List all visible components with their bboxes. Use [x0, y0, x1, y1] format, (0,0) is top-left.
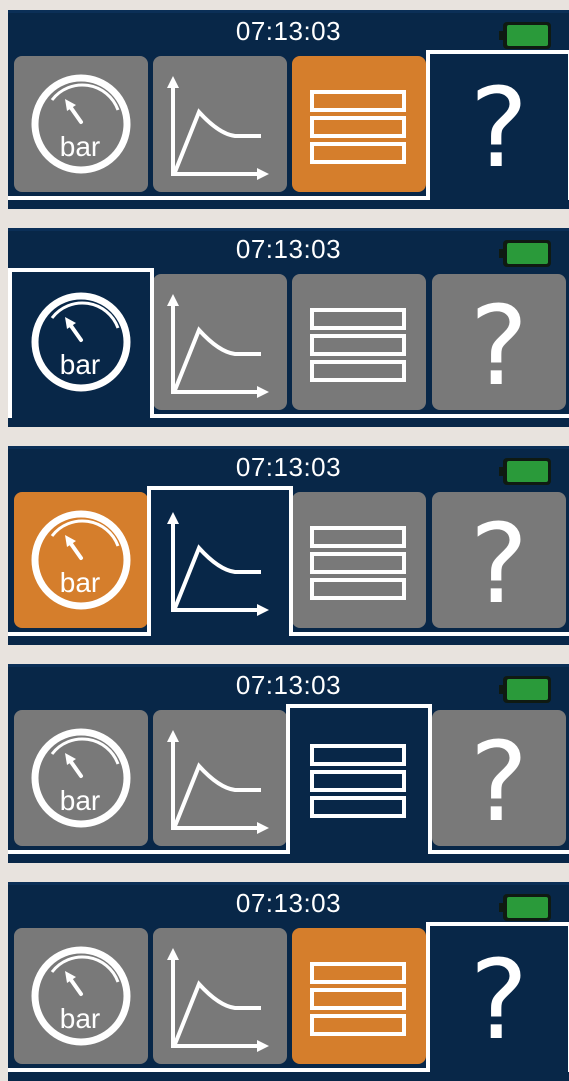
- battery-level: [507, 461, 548, 482]
- gauge-unit-label: bar: [60, 785, 100, 816]
- device-screen-3: 07:13:03 bar?: [8, 446, 569, 645]
- question-mark-icon: ?: [470, 936, 528, 1064]
- menu-list-tile[interactable]: [292, 274, 426, 410]
- menu-list-tile[interactable]: [292, 492, 426, 628]
- screen-top-edge: [8, 882, 569, 885]
- battery-level: [507, 243, 548, 264]
- question-mark-icon: ?: [470, 500, 528, 628]
- line-chart-icon: [167, 76, 269, 180]
- battery-level: [507, 25, 548, 46]
- gauge-unit-label: bar: [60, 349, 100, 380]
- device-screen-2: 07:13:03 bar?: [8, 228, 569, 427]
- battery-terminal: [499, 467, 503, 476]
- clock-time: 07:13:03: [235, 234, 342, 264]
- pressure-gauge-tile[interactable]: bar: [14, 492, 148, 628]
- pressure-gauge-icon: bar: [31, 946, 131, 1046]
- battery-icon: [499, 240, 551, 267]
- battery-icon: [499, 22, 551, 49]
- pressure-curve-tile[interactable]: [153, 928, 287, 1064]
- question-mark-icon: ?: [470, 718, 528, 846]
- line-chart-icon: [167, 294, 269, 398]
- battery-icon: [499, 676, 551, 703]
- menu-list-tile[interactable]: [292, 928, 426, 1064]
- battery-icon: [499, 458, 551, 485]
- device-screen-4: 07:13:03 bar?: [8, 664, 569, 863]
- device-screen-5: 07:13:03 bar?: [8, 882, 569, 1081]
- help-tile[interactable]: ?: [432, 274, 566, 410]
- battery-level: [507, 679, 548, 700]
- gauge-unit-label: bar: [60, 131, 100, 162]
- pressure-curve-tile[interactable]: [153, 56, 287, 192]
- screen-top-edge: [8, 10, 569, 13]
- question-mark-icon: ?: [470, 282, 528, 410]
- line-chart-icon: [167, 730, 269, 834]
- battery-terminal: [499, 685, 503, 694]
- gauge-unit-label: bar: [60, 567, 100, 598]
- list-menu-icon: [310, 526, 406, 600]
- pressure-gauge-tile[interactable]: bar: [14, 56, 148, 192]
- help-tile[interactable]: ?: [432, 710, 566, 846]
- pressure-curve-tile[interactable]: [153, 274, 287, 410]
- clock-time: 07:13:03: [235, 452, 342, 482]
- pressure-curve-tile[interactable]: [153, 710, 287, 846]
- battery-terminal: [499, 249, 503, 258]
- battery-level: [507, 897, 548, 918]
- help-tile[interactable]: ?: [432, 928, 566, 1064]
- clock-time: 07:13:03: [235, 670, 342, 700]
- clock-time: 07:13:03: [235, 16, 342, 46]
- device-screen-1: 07:13:03 bar?: [8, 10, 569, 209]
- help-tile[interactable]: ?: [432, 56, 566, 192]
- help-tile[interactable]: ?: [432, 492, 566, 628]
- line-chart-icon: [167, 948, 269, 1052]
- pressure-gauge-icon: bar: [31, 510, 131, 610]
- menu-list-tile[interactable]: [292, 710, 426, 846]
- battery-terminal: [499, 31, 503, 40]
- battery-icon: [499, 894, 551, 921]
- screen-top-edge: [8, 664, 569, 667]
- screen-top-edge: [8, 228, 569, 231]
- pressure-gauge-tile[interactable]: bar: [14, 710, 148, 846]
- pressure-gauge-tile[interactable]: bar: [14, 928, 148, 1064]
- gauge-unit-label: bar: [60, 1003, 100, 1034]
- list-menu-icon: [310, 962, 406, 1036]
- menu-list-tile[interactable]: [292, 56, 426, 192]
- pressure-gauge-icon: bar: [31, 292, 131, 392]
- clock-time: 07:13:03: [235, 888, 342, 918]
- line-chart-icon: [167, 512, 269, 616]
- list-menu-icon: [310, 90, 406, 164]
- pressure-gauge-icon: bar: [31, 728, 131, 828]
- battery-terminal: [499, 903, 503, 912]
- pressure-curve-tile[interactable]: [153, 492, 287, 628]
- list-menu-icon: [310, 744, 406, 818]
- pressure-gauge-tile[interactable]: bar: [14, 274, 148, 410]
- screen-top-edge: [8, 446, 569, 449]
- list-menu-icon: [310, 308, 406, 382]
- question-mark-icon: ?: [470, 64, 528, 192]
- pressure-gauge-icon: bar: [31, 74, 131, 174]
